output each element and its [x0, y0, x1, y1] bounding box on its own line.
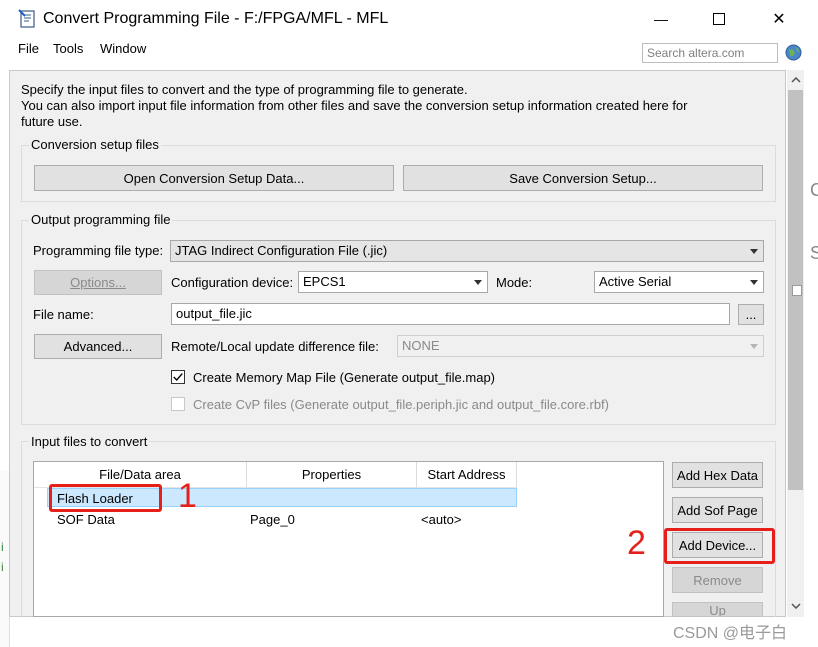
- column-header-properties[interactable]: Properties: [247, 462, 417, 488]
- annotation-box-add-device: [664, 528, 775, 564]
- description-line-3: future use.: [21, 114, 83, 129]
- scroll-down-arrow-icon[interactable]: [787, 598, 804, 614]
- description-line-2: You can also import input file informati…: [21, 98, 688, 113]
- close-icon: ✕: [772, 11, 786, 28]
- globe-icon[interactable]: [785, 44, 802, 61]
- watermark: CSDN @电子白: [673, 625, 788, 642]
- file-name-label: File name:: [33, 307, 94, 322]
- annotation-number-2: 2: [627, 524, 646, 562]
- remote-local-select[interactable]: NONE: [397, 335, 764, 357]
- file-name-input[interactable]: output_file.jic: [171, 303, 730, 325]
- scroll-up-arrow-icon[interactable]: [787, 72, 804, 88]
- maximize-icon: [713, 13, 725, 25]
- add-hex-data-button[interactable]: Add Hex Data: [672, 462, 763, 488]
- remote-local-label: Remote/Local update difference file:: [171, 339, 379, 354]
- minimize-icon: —: [654, 11, 668, 27]
- outer-scroll-marker: [792, 285, 802, 296]
- menu-window[interactable]: Window: [100, 41, 146, 56]
- window-title: Convert Programming File - F:/FPGA/MFL -…: [43, 10, 389, 27]
- background-text-fragment: S: [810, 243, 818, 263]
- config-device-select[interactable]: EPCS1: [298, 271, 488, 293]
- chevron-down-icon: [750, 280, 758, 285]
- menu-tools[interactable]: Tools: [53, 41, 83, 56]
- search-input[interactable]: Search altera.com: [642, 43, 778, 63]
- close-button[interactable]: ✕: [756, 0, 802, 38]
- column-header-start-address[interactable]: Start Address: [417, 462, 517, 488]
- add-sof-page-button[interactable]: Add Sof Page: [672, 497, 763, 523]
- mode-select[interactable]: Active Serial: [594, 271, 764, 293]
- file-type-select[interactable]: JTAG Indirect Configuration File (.jic): [170, 240, 764, 262]
- cvp-checkbox[interactable]: [171, 397, 185, 411]
- config-device-label: Configuration device:: [171, 275, 294, 290]
- input-files-title: Input files to convert: [29, 434, 150, 449]
- options-button[interactable]: Options...: [34, 270, 162, 295]
- remove-button[interactable]: Remove: [672, 567, 763, 593]
- file-type-label: Programming file type:: [33, 243, 164, 258]
- mode-label: Mode:: [496, 275, 533, 290]
- menu-file[interactable]: File: [18, 41, 39, 56]
- background-text-fragment: C: [810, 180, 818, 200]
- memory-map-label: Create Memory Map File (Generate output_…: [193, 370, 496, 385]
- background-editor-mark: i: [1, 540, 4, 554]
- minimize-button[interactable]: —: [638, 0, 684, 38]
- up-button[interactable]: Up: [672, 602, 763, 617]
- conversion-setup-title: Conversion setup files: [29, 137, 161, 152]
- chevron-down-icon: [474, 280, 482, 285]
- background-editor-mark: i: [1, 560, 4, 574]
- save-conversion-setup-button[interactable]: Save Conversion Setup...: [403, 165, 763, 191]
- chevron-down-icon: [750, 249, 758, 254]
- checkmark-icon: [173, 373, 183, 382]
- browse-button[interactable]: ...: [738, 304, 764, 325]
- description-line-1: Specify the input files to convert and t…: [21, 82, 468, 97]
- chevron-down-icon: [750, 344, 758, 349]
- annotation-box-flash-loader: [49, 484, 162, 512]
- maximize-button[interactable]: [696, 0, 742, 38]
- cvp-label: Create CvP files (Generate output_file.p…: [193, 397, 609, 412]
- table-cell-area: SOF Data: [57, 512, 115, 527]
- background-window-edge: [804, 70, 818, 647]
- output-programming-title: Output programming file: [29, 212, 173, 227]
- table-cell-properties: Page_0: [250, 512, 295, 527]
- app-icon: [18, 9, 35, 28]
- table-cell-start-address: <auto>: [421, 512, 462, 527]
- memory-map-checkbox[interactable]: [171, 370, 185, 384]
- annotation-number-1: 1: [178, 477, 197, 515]
- advanced-button[interactable]: Advanced...: [34, 334, 162, 359]
- open-conversion-setup-button[interactable]: Open Conversion Setup Data...: [34, 165, 394, 191]
